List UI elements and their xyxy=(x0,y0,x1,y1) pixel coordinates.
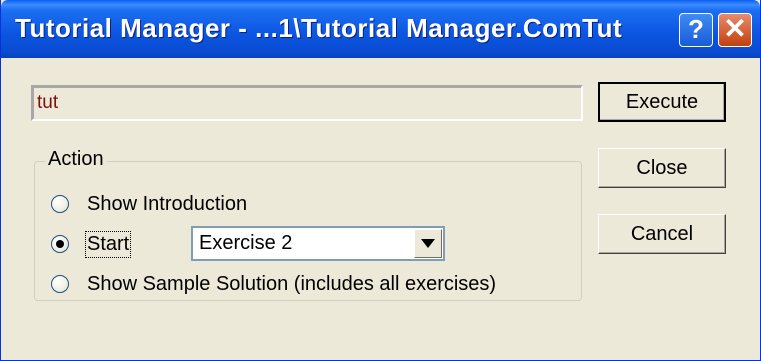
radio-label[interactable]: Start xyxy=(84,230,132,258)
radio-show-introduction[interactable]: Show Introduction xyxy=(51,190,247,218)
execute-button[interactable]: Execute xyxy=(598,82,726,122)
close-icon[interactable]: ✕ xyxy=(718,13,752,47)
cancel-button[interactable]: Cancel xyxy=(598,214,726,254)
help-icon[interactable]: ? xyxy=(679,13,713,47)
chevron-down-icon[interactable] xyxy=(414,229,442,258)
radio-button-icon[interactable] xyxy=(51,275,69,293)
exercise-dropdown-value: Exercise 2 xyxy=(199,232,293,254)
close-button[interactable]: Close xyxy=(598,148,726,188)
radio-button-icon[interactable] xyxy=(51,195,69,213)
radio-label[interactable]: Show Introduction xyxy=(87,193,247,216)
tutorial-manager-dialog: Tutorial Manager - ...1\Tutorial Manager… xyxy=(0,0,761,361)
dialog-body: tut Action Show Introduction Start Show … xyxy=(1,58,760,360)
radio-label[interactable]: Show Sample Solution (includes all exerc… xyxy=(87,273,496,296)
window-title: Tutorial Manager - ...1\Tutorial Manager… xyxy=(15,13,623,43)
radio-button-icon[interactable] xyxy=(51,235,69,253)
radio-start[interactable]: Start xyxy=(51,230,132,258)
radio-show-sample-solution[interactable]: Show Sample Solution (includes all exerc… xyxy=(51,270,496,298)
action-group-label: Action xyxy=(45,148,107,171)
exercise-dropdown[interactable]: Exercise 2 xyxy=(191,226,445,261)
title-bar[interactable]: Tutorial Manager - ...1\Tutorial Manager… xyxy=(1,0,760,58)
path-field[interactable]: tut xyxy=(31,85,583,121)
